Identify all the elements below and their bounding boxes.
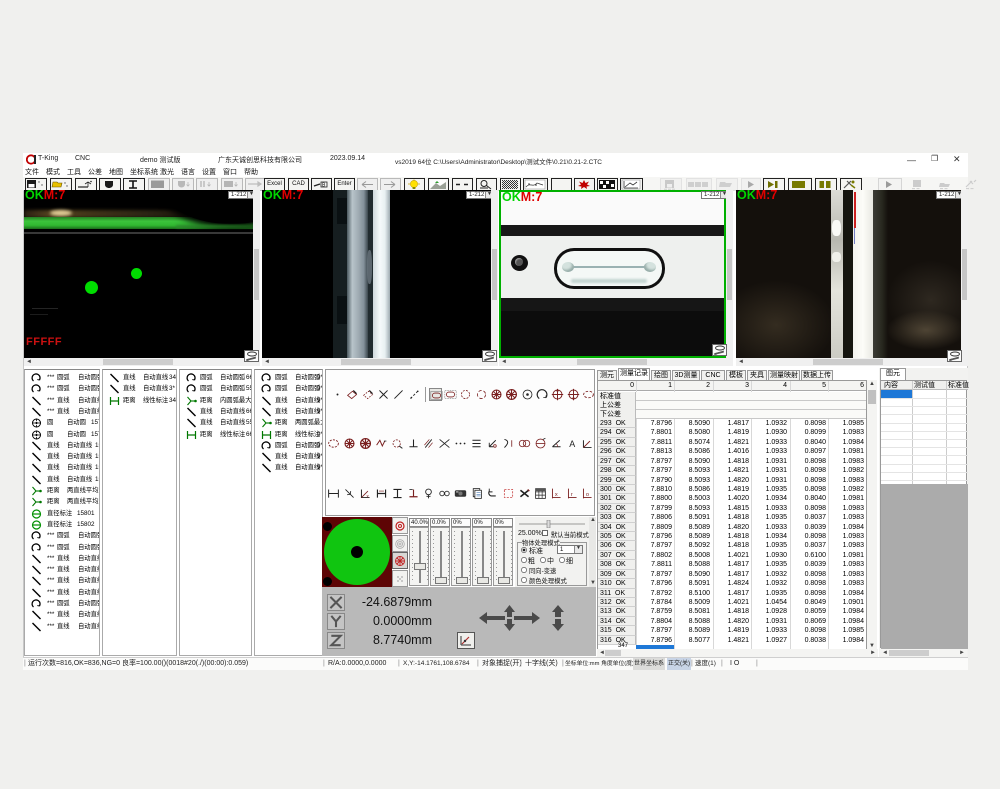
svg-text:x: x (366, 495, 369, 500)
svg-text:r: r (570, 492, 572, 498)
svg-text:o: o (586, 492, 589, 498)
svg-text:x: x (554, 492, 557, 498)
svg-text:A: A (569, 439, 575, 449)
svg-text:B: B (322, 183, 326, 189)
